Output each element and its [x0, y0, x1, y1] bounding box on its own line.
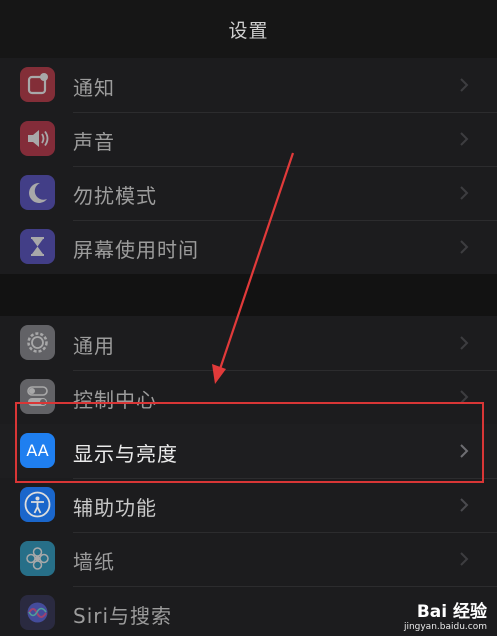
row-label: 声音: [73, 130, 115, 154]
watermark-brand: Bai 经验: [416, 602, 487, 622]
gear-icon: [20, 325, 55, 360]
row-label: 控制中心: [73, 388, 157, 412]
chevron-right-icon: [460, 444, 469, 458]
chevron-right-icon: [460, 78, 469, 92]
chevron-right-icon: [460, 552, 469, 566]
row-label: 勿扰模式: [73, 184, 157, 208]
section-gap: [0, 274, 497, 316]
chevron-right-icon: [460, 498, 469, 512]
settings-group-1: 通知 声音 勿扰模式 屏幕使用时间: [0, 58, 497, 274]
settings-row-notifications[interactable]: 通知: [0, 58, 497, 112]
settings-screen: 设置 通知 声音 勿扰模式 屏幕使用时间 通用 控制中心 AA 显示与亮度 辅助…: [0, 0, 497, 636]
text-size-icon: AA: [20, 433, 55, 468]
accessibility-icon: [20, 487, 55, 522]
settings-row-screen-time[interactable]: 屏幕使用时间: [0, 220, 497, 274]
navigation-bar: 设置: [0, 0, 497, 58]
chevron-right-icon: [460, 132, 469, 146]
flower-icon: [20, 541, 55, 576]
row-label: 墙纸: [73, 550, 115, 574]
toggle-icon: [20, 379, 55, 414]
chevron-right-icon: [460, 390, 469, 404]
watermark: Bai 经验 jingyan.baidu.com: [404, 597, 487, 632]
settings-group-2: 通用 控制中心 AA 显示与亮度 辅助功能 墙纸 Siri与搜索: [0, 316, 497, 636]
hourglass-icon: [20, 229, 55, 264]
row-label: 显示与亮度: [73, 442, 178, 466]
icon-glyph: AA: [26, 441, 49, 460]
moon-icon: [20, 175, 55, 210]
chevron-right-icon: [460, 336, 469, 350]
settings-row-general[interactable]: 通用: [0, 316, 497, 370]
settings-row-display-brightness[interactable]: AA 显示与亮度: [0, 424, 497, 478]
row-label: 通用: [73, 334, 115, 358]
siri-icon: [20, 595, 55, 630]
chevron-right-icon: [460, 240, 469, 254]
row-label: Siri与搜索: [73, 604, 173, 628]
page-title: 设置: [228, 19, 269, 42]
settings-row-sounds[interactable]: 声音: [0, 112, 497, 166]
row-label: 通知: [73, 76, 115, 100]
settings-row-do-not-disturb[interactable]: 勿扰模式: [0, 166, 497, 220]
row-label: 辅助功能: [73, 496, 157, 520]
settings-row-accessibility[interactable]: 辅助功能: [0, 478, 497, 532]
chevron-right-icon: [460, 186, 469, 200]
speaker-icon: [20, 121, 55, 156]
row-label: 屏幕使用时间: [73, 238, 199, 262]
notification-icon: [20, 67, 55, 102]
settings-row-wallpaper[interactable]: 墙纸: [0, 532, 497, 586]
watermark-url: jingyan.baidu.com: [403, 622, 487, 632]
settings-row-control-center[interactable]: 控制中心: [0, 370, 497, 424]
